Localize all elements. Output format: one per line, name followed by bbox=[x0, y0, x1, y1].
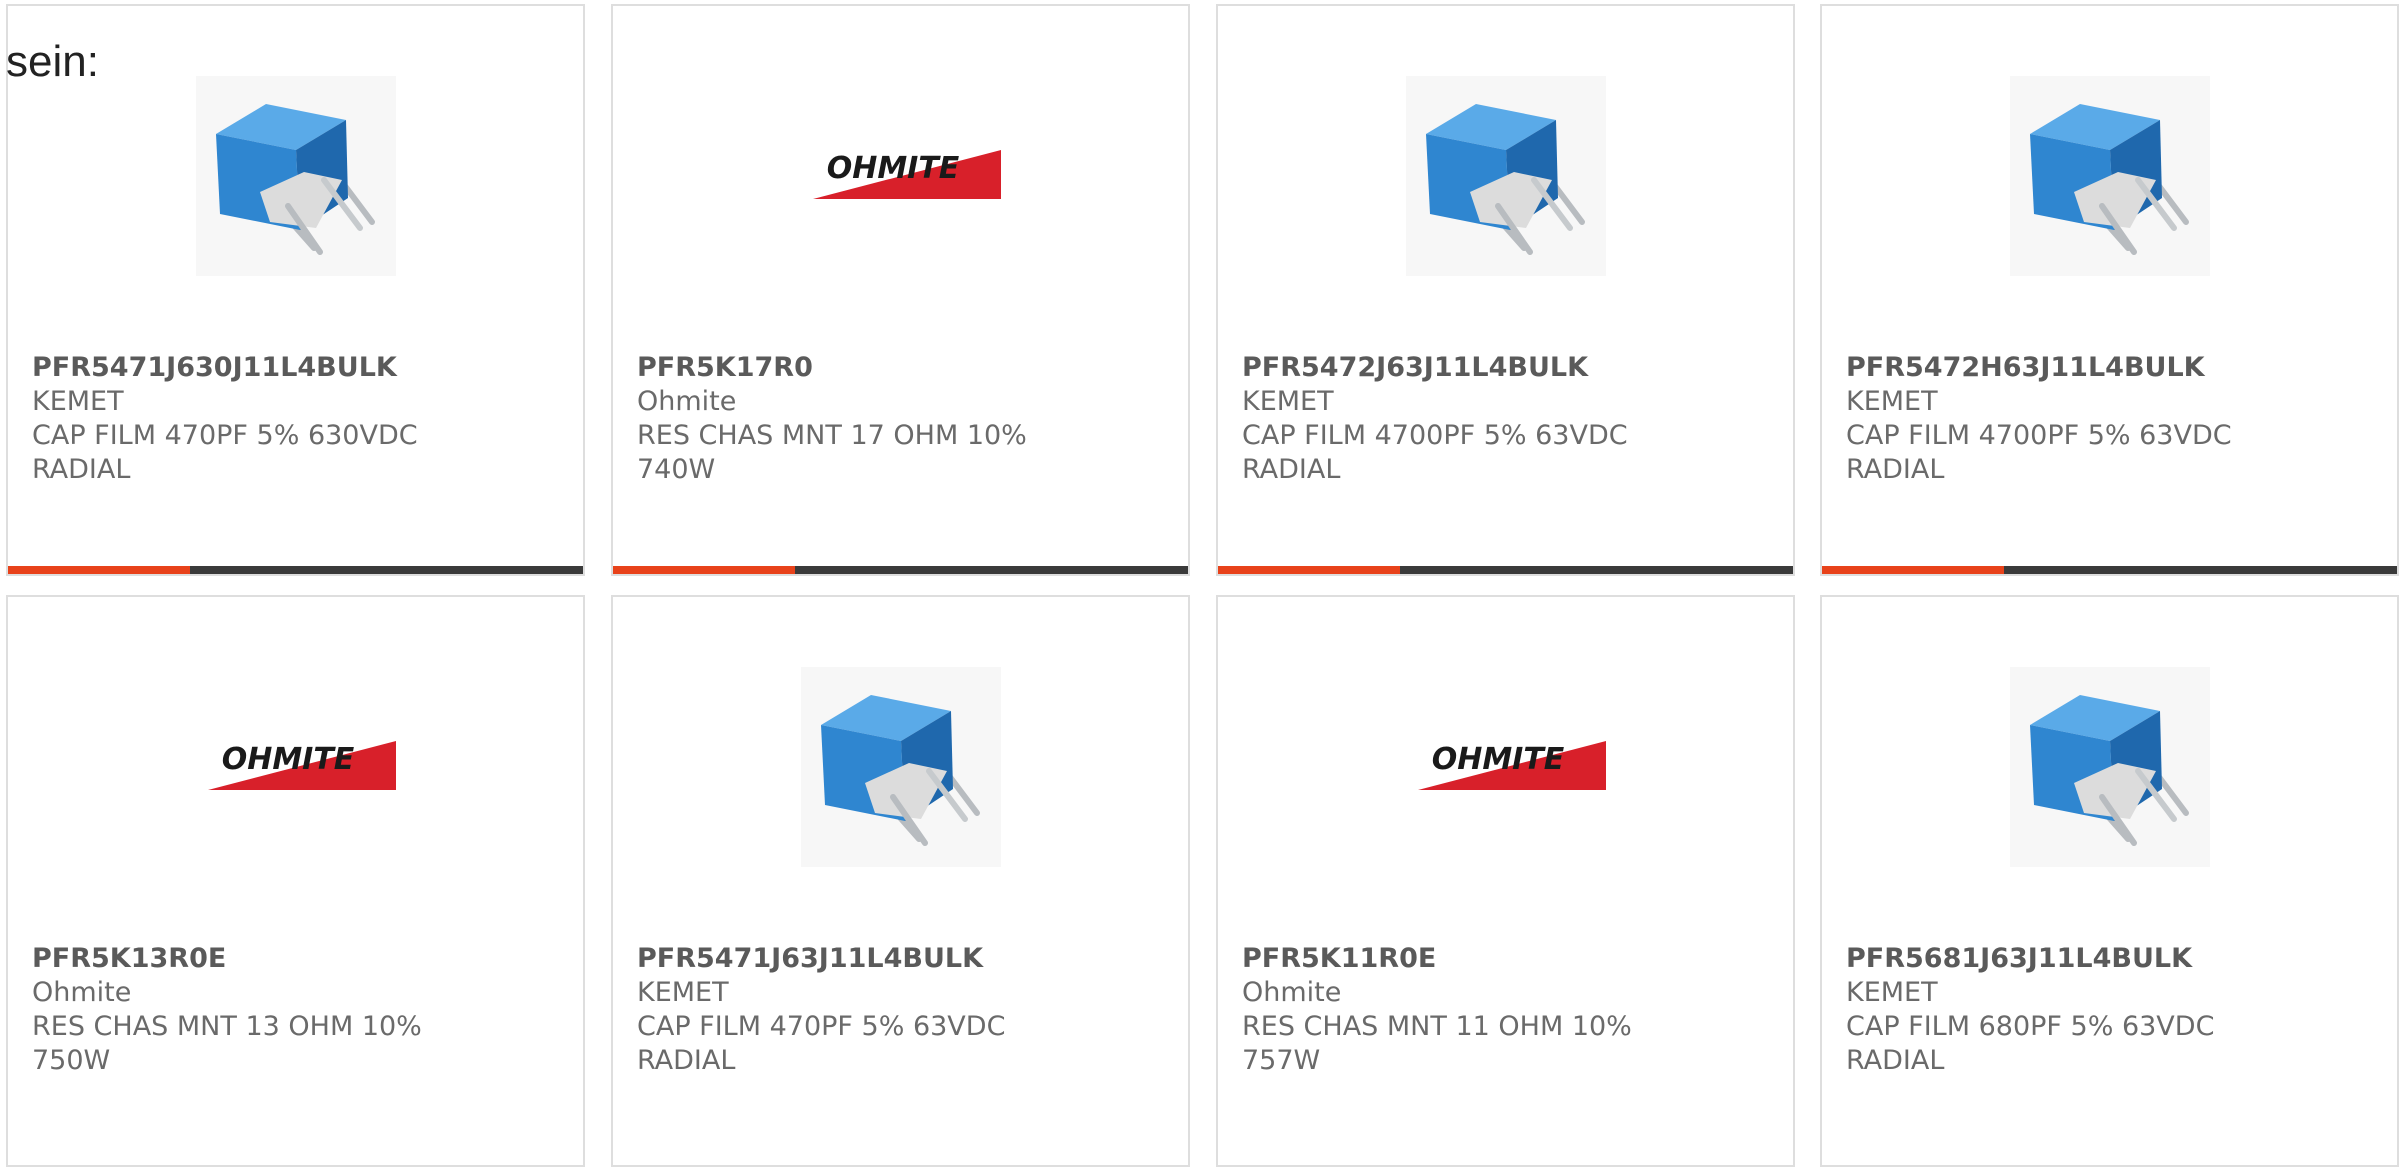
part-number[interactable]: PFR5K11R0E bbox=[1242, 942, 1672, 976]
card-bar-accent bbox=[613, 566, 795, 574]
product-image-capacitor[interactable] bbox=[1218, 66, 1793, 286]
part-number[interactable]: PFR5472H63J11L4BULK bbox=[1846, 351, 2276, 385]
product-card[interactable]: OHMITE PFR5K13R0E Ohmite RES CHAS MNT 13… bbox=[6, 595, 585, 1167]
svg-text:OHMITE: OHMITE bbox=[1431, 742, 1564, 777]
part-number[interactable]: PFR5471J630J11L4BULK bbox=[32, 351, 462, 385]
product-image-capacitor[interactable] bbox=[8, 66, 583, 286]
product-info: PFR5681J63J11L4BULK KEMET CAP FILM 680PF… bbox=[1846, 942, 2276, 1078]
manufacturer: KEMET bbox=[1846, 977, 1938, 1008]
product-card[interactable]: PFR5471J63J11L4BULK KEMET CAP FILM 470PF… bbox=[611, 595, 1190, 1167]
product-info: PFR5K13R0E Ohmite RES CHAS MNT 13 OHM 10… bbox=[32, 942, 462, 1078]
product-image-ohmite[interactable]: OHMITE bbox=[613, 66, 1188, 286]
card-bar-accent bbox=[1822, 566, 2004, 574]
card-bottom-bar bbox=[613, 566, 1188, 574]
product-image-capacitor[interactable] bbox=[1822, 657, 2397, 877]
product-info: PFR5471J630J11L4BULK KEMET CAP FILM 470P… bbox=[32, 351, 462, 487]
product-info: PFR5472J63J11L4BULK KEMET CAP FILM 4700P… bbox=[1242, 351, 1672, 487]
ohmite-logo-icon: OHMITE bbox=[812, 150, 1001, 199]
product-card[interactable]: OHMITE PFR5K17R0 Ohmite RES CHAS MNT 17 … bbox=[611, 4, 1190, 576]
part-number[interactable]: PFR5K13R0E bbox=[32, 942, 462, 976]
manufacturer: Ohmite bbox=[32, 977, 132, 1008]
product-card[interactable]: OHMITE PFR5K11R0E Ohmite RES CHAS MNT 11… bbox=[1216, 595, 1795, 1167]
ohmite-logo-icon: OHMITE bbox=[1417, 741, 1606, 790]
capacitor-image bbox=[1405, 76, 1606, 276]
card-bottom-bar bbox=[8, 566, 583, 574]
product-info: PFR5471J63J11L4BULK KEMET CAP FILM 470PF… bbox=[637, 942, 1067, 1078]
card-bottom-bar bbox=[1218, 566, 1793, 574]
part-number[interactable]: PFR5K17R0 bbox=[637, 351, 1067, 385]
product-info: PFR5K17R0 Ohmite RES CHAS MNT 17 OHM 10%… bbox=[637, 351, 1067, 487]
description: CAP FILM 470PF 5% 630VDC RADIAL bbox=[32, 420, 418, 485]
description: CAP FILM 4700PF 5% 63VDC RADIAL bbox=[1242, 420, 1628, 485]
description: CAP FILM 4700PF 5% 63VDC RADIAL bbox=[1846, 420, 2232, 485]
manufacturer: KEMET bbox=[1846, 386, 1938, 417]
svg-text:OHMITE: OHMITE bbox=[221, 742, 354, 777]
product-info: PFR5472H63J11L4BULK KEMET CAP FILM 4700P… bbox=[1846, 351, 2276, 487]
manufacturer: Ohmite bbox=[637, 386, 737, 417]
capacitor-image bbox=[2009, 76, 2210, 276]
product-card[interactable]: PFR5472J63J11L4BULK KEMET CAP FILM 4700P… bbox=[1216, 4, 1795, 576]
manufacturer: Ohmite bbox=[1242, 977, 1342, 1008]
product-card[interactable]: PFR5472H63J11L4BULK KEMET CAP FILM 4700P… bbox=[1820, 4, 2399, 576]
product-card[interactable]: PFR5681J63J11L4BULK KEMET CAP FILM 680PF… bbox=[1820, 595, 2399, 1167]
manufacturer: KEMET bbox=[637, 977, 729, 1008]
description: RES CHAS MNT 13 OHM 10% 750W bbox=[32, 1011, 422, 1076]
capacitor-image bbox=[800, 667, 1001, 867]
description: RES CHAS MNT 11 OHM 10% 757W bbox=[1242, 1011, 1632, 1076]
card-bar-accent bbox=[8, 566, 190, 574]
capacitor-image bbox=[195, 76, 396, 276]
description: CAP FILM 680PF 5% 63VDC RADIAL bbox=[1846, 1011, 2215, 1076]
svg-text:OHMITE: OHMITE bbox=[826, 151, 959, 186]
description: RES CHAS MNT 17 OHM 10% 740W bbox=[637, 420, 1027, 485]
product-image-capacitor[interactable] bbox=[1822, 66, 2397, 286]
card-bar-accent bbox=[1218, 566, 1400, 574]
intro-text: sein: bbox=[6, 37, 99, 86]
manufacturer: KEMET bbox=[32, 386, 124, 417]
capacitor-image bbox=[2009, 667, 2210, 867]
product-image-capacitor[interactable] bbox=[613, 657, 1188, 877]
part-number[interactable]: PFR5472J63J11L4BULK bbox=[1242, 351, 1672, 385]
manufacturer: KEMET bbox=[1242, 386, 1334, 417]
part-number[interactable]: PFR5681J63J11L4BULK bbox=[1846, 942, 2276, 976]
product-image-ohmite[interactable]: OHMITE bbox=[1218, 657, 1793, 877]
card-bottom-bar bbox=[1822, 566, 2397, 574]
product-info: PFR5K11R0E Ohmite RES CHAS MNT 11 OHM 10… bbox=[1242, 942, 1672, 1078]
description: CAP FILM 470PF 5% 63VDC RADIAL bbox=[637, 1011, 1006, 1076]
ohmite-logo-icon: OHMITE bbox=[207, 741, 396, 790]
part-number[interactable]: PFR5471J63J11L4BULK bbox=[637, 942, 1067, 976]
product-image-ohmite[interactable]: OHMITE bbox=[8, 657, 583, 877]
